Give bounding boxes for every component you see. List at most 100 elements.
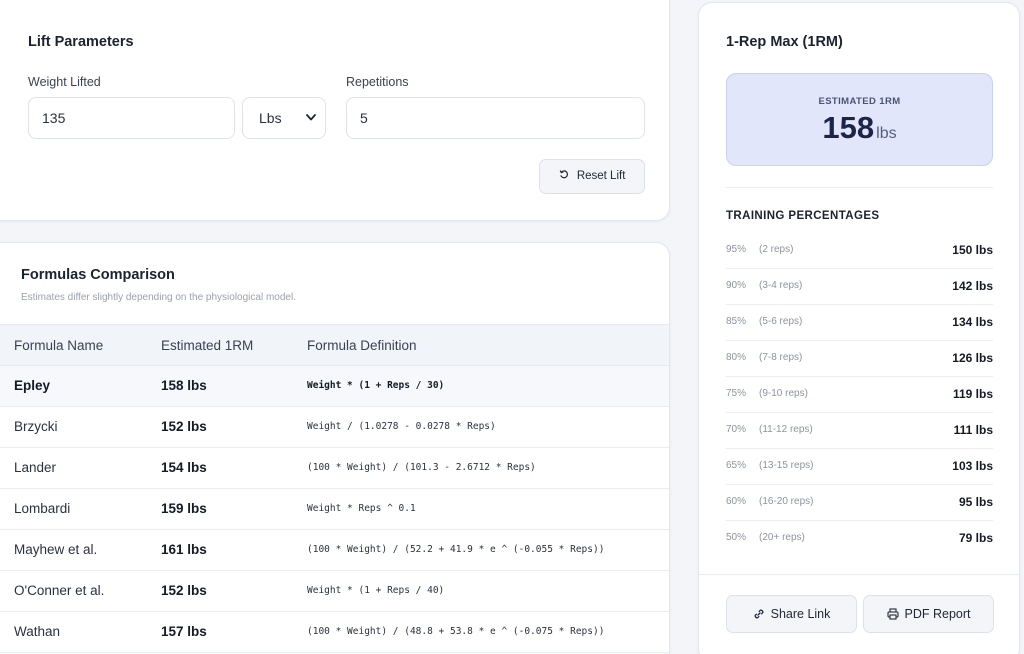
formula-name: Epley <box>14 378 51 393</box>
rep-range: (2 reps) <box>759 244 794 255</box>
link-icon <box>753 607 771 621</box>
formula-value: 157 lbs <box>161 624 207 639</box>
percentage: 60% <box>726 496 747 507</box>
formula-definition: Weight * (1 + Reps / 30) <box>307 380 445 391</box>
rep-range: (5-6 reps) <box>759 316 803 327</box>
formulas-subtitle: Estimates differ slightly depending on t… <box>21 292 296 303</box>
formula-definition: Weight / (1.0278 - 0.0278 * Reps) <box>307 421 496 432</box>
percentage: 70% <box>726 424 747 435</box>
formula-value: 152 lbs <box>161 419 207 434</box>
header-formula-definition: Formula Definition <box>307 338 417 353</box>
pdf-report-label: PDF Report <box>904 607 971 621</box>
rep-range: (11-12 reps) <box>759 424 813 435</box>
footer-divider <box>699 574 1019 575</box>
training-percentages-title: TRAINING PERCENTAGES <box>726 210 880 222</box>
formula-value: 152 lbs <box>161 583 207 598</box>
formula-name: Mayhew et al. <box>14 542 98 557</box>
formula-value: 154 lbs <box>161 460 207 475</box>
weight-label: Weight Lifted <box>28 75 101 89</box>
formula-definition: Weight * Reps ^ 0.1 <box>307 503 416 514</box>
one-rep-max-title: 1-Rep Max (1RM) <box>726 34 843 50</box>
lift-parameters-title: Lift Parameters <box>28 34 134 50</box>
table-row: Lander 154 lbs (100 * Weight) / (101.3 -… <box>0 448 669 489</box>
chevron-down-icon <box>305 98 317 154</box>
estimated-1rm-value: 158 <box>822 110 875 145</box>
reset-lift-label: Reset Lift <box>576 170 626 182</box>
table-row: O'Conner et al. 152 lbs Weight * (1 + Re… <box>0 571 669 612</box>
percentage-weight: 79 lbs <box>958 531 993 545</box>
percentage: 90% <box>726 280 747 291</box>
reps-input-value: 5 <box>360 110 368 126</box>
table-row: Epley 158 lbs Weight * (1 + Reps / 30) <box>0 366 669 407</box>
share-link-button[interactable]: Share Link <box>726 595 857 633</box>
percentage-row: 80% (7-8 reps) 126 lbs <box>726 341 993 377</box>
table-row: Mayhew et al. 161 lbs (100 * Weight) / (… <box>0 530 669 571</box>
table-row: Brzycki 152 lbs Weight / (1.0278 - 0.027… <box>0 407 669 448</box>
formulas-title: Formulas Comparison <box>21 267 175 283</box>
table-row: Wathan 157 lbs (100 * Weight) / (48.8 + … <box>0 612 669 653</box>
formula-name: Lander <box>14 460 57 475</box>
percentage-weight: 119 lbs <box>952 387 993 401</box>
printer-icon <box>886 607 905 621</box>
reps-input[interactable]: 5 <box>346 97 645 139</box>
table-header: Formula Name Estimated 1RM Formula Defin… <box>0 324 669 366</box>
percentage-weight: 126 lbs <box>952 351 993 365</box>
unit-select-value: Lbs <box>259 110 282 126</box>
lift-parameters-card: Lift Parameters Weight Lifted 135 Lbs Re… <box>0 0 670 221</box>
rep-range: (9-10 reps) <box>759 388 808 399</box>
percentage-row: 70% (11-12 reps) 111 lbs <box>726 413 993 449</box>
percentage-row: 50% (20+ reps) 79 lbs <box>726 521 993 557</box>
divider <box>726 187 993 188</box>
estimated-1rm-label: ESTIMATED 1RM <box>818 96 901 107</box>
percentage-row: 75% (9-10 reps) 119 lbs <box>726 377 993 413</box>
formula-name: O'Conner et al. <box>14 583 105 598</box>
estimated-1rm-unit: lbs <box>876 125 897 142</box>
percentage-row: 90% (3-4 reps) 142 lbs <box>726 269 993 305</box>
rep-range: (13-15 reps) <box>759 460 814 471</box>
formula-definition: (100 * Weight) / (52.2 + 41.9 * e ^ (-0.… <box>307 544 605 555</box>
percentage: 80% <box>726 352 747 363</box>
one-rep-max-panel: 1-Rep Max (1RM) ESTIMATED 1RM 158 lbs TRA… <box>698 2 1020 654</box>
weight-input-value: 135 <box>42 110 66 126</box>
percentage-weight: 103 lbs <box>952 459 993 473</box>
reps-label: Repetitions <box>346 75 409 89</box>
percentage-weight: 150 lbs <box>952 243 993 257</box>
formula-value: 161 lbs <box>161 542 207 557</box>
percentage-row: 95% (2 reps) 150 lbs <box>726 233 993 269</box>
formula-definition: Weight * (1 + Reps / 40) <box>307 585 445 596</box>
share-link-label: Share Link <box>770 607 831 621</box>
rep-range: (16-20 reps) <box>759 496 814 507</box>
formulas-comparison-card: Formulas Comparison Estimates differ sli… <box>0 242 670 654</box>
percentage: 85% <box>726 316 747 327</box>
formula-name: Wathan <box>14 624 61 639</box>
percentage-row: 85% (5-6 reps) 134 lbs <box>726 305 993 341</box>
formula-name: Brzycki <box>14 419 58 434</box>
percentage-row: 60% (16-20 reps) 95 lbs <box>726 485 993 521</box>
rep-range: (7-8 reps) <box>759 352 803 363</box>
formula-value: 158 lbs <box>161 378 207 393</box>
header-estimated-1rm: Estimated 1RM <box>161 338 254 353</box>
unit-select[interactable]: Lbs <box>242 97 326 139</box>
percentage: 95% <box>726 244 747 255</box>
rep-range: (3-4 reps) <box>759 280 803 291</box>
formula-definition: (100 * Weight) / (101.3 - 2.6712 * Reps) <box>307 462 536 473</box>
estimated-1rm-box: ESTIMATED 1RM 158 lbs <box>726 73 993 166</box>
percentage: 75% <box>726 388 747 399</box>
percentage-row: 65% (13-15 reps) 103 lbs <box>726 449 993 485</box>
table-row: Lombardi 159 lbs Weight * Reps ^ 0.1 <box>0 489 669 530</box>
percentage: 50% <box>726 532 747 543</box>
rep-range: (20+ reps) <box>759 532 805 543</box>
percentage-weight: 142 lbs <box>952 279 993 293</box>
percentage-weight: 134 lbs <box>952 315 993 329</box>
rotate-ccw-icon <box>559 170 577 182</box>
formula-value: 159 lbs <box>161 501 207 516</box>
pdf-report-button[interactable]: PDF Report <box>863 595 994 633</box>
formula-definition: (100 * Weight) / (48.8 + 53.8 * e ^ (-0.… <box>307 626 605 637</box>
header-formula-name: Formula Name <box>14 338 104 353</box>
percentage: 65% <box>726 460 747 471</box>
weight-input[interactable]: 135 <box>28 97 235 139</box>
percentage-weight: 95 lbs <box>958 495 993 509</box>
formula-name: Lombardi <box>14 501 71 516</box>
reset-lift-button[interactable]: Reset Lift <box>539 159 645 194</box>
percentage-weight: 111 lbs <box>953 423 993 437</box>
